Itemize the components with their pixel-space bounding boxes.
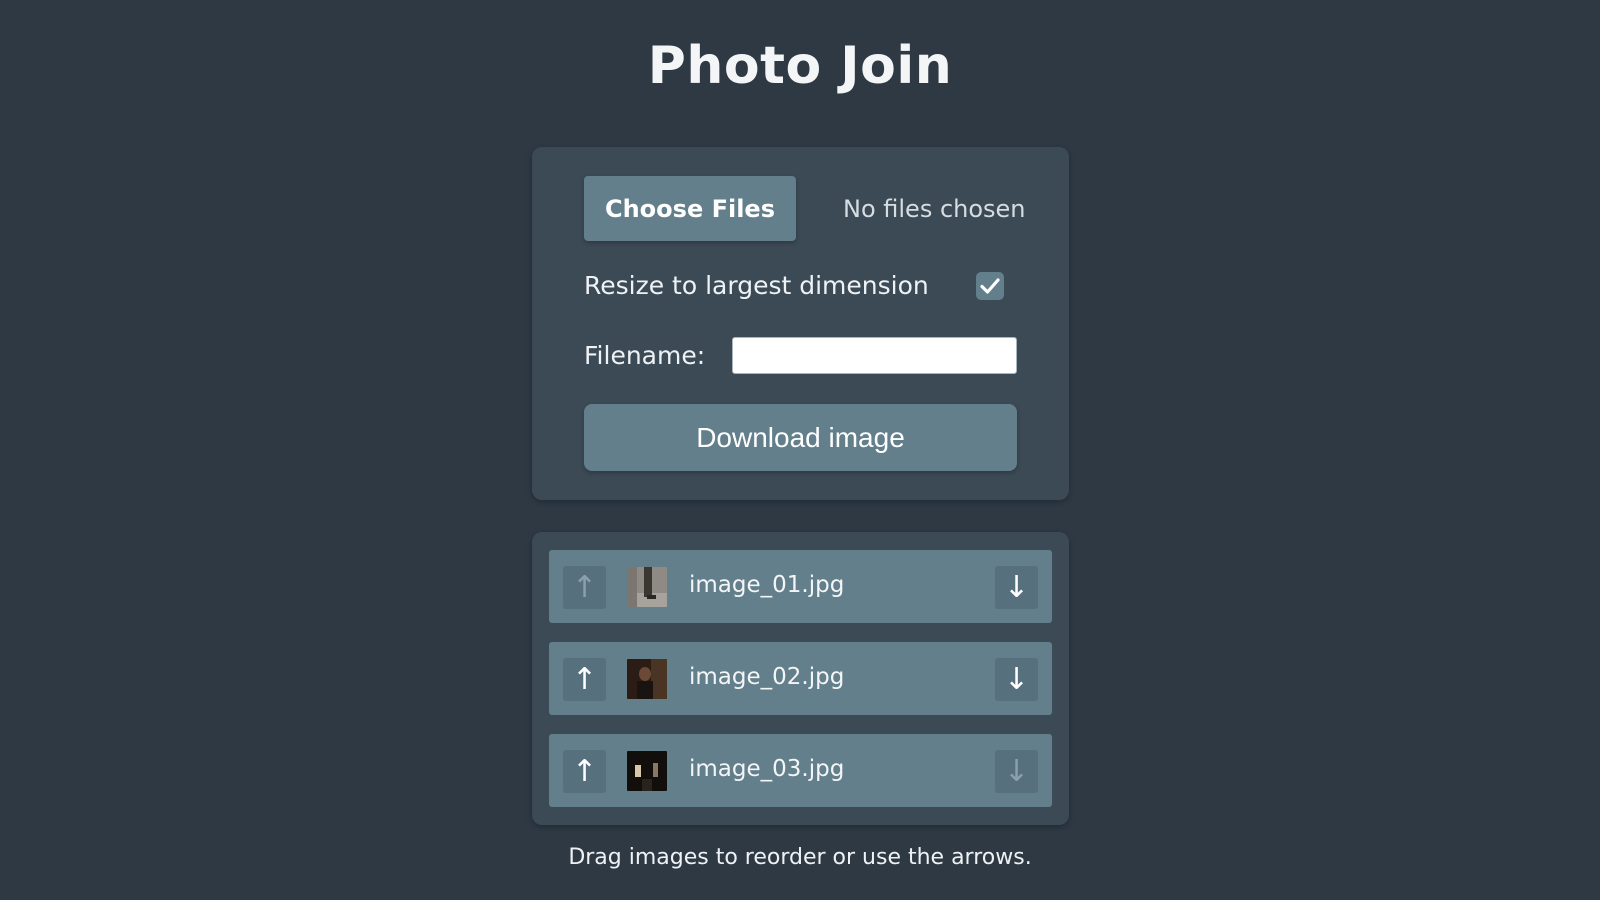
move-down-button[interactable]: ↓ [995, 566, 1038, 609]
filename-input[interactable] [732, 337, 1017, 374]
choose-files-button[interactable]: Choose Files [584, 176, 796, 241]
file-picker: Choose Files No files chosen [584, 176, 1026, 241]
resize-label: Resize to largest dimension [584, 271, 929, 300]
move-up-button[interactable]: ↑ [563, 750, 606, 793]
move-down-button[interactable]: ↓ [995, 658, 1038, 701]
filename-label: Filename: [584, 341, 706, 370]
photo-join-page: Photo Join Choose Files No files chosen … [0, 0, 1600, 900]
move-up-button[interactable]: ↑ [563, 566, 606, 609]
image-filename: image_02.jpg [689, 664, 845, 690]
page-title: Photo Join [647, 36, 953, 96]
controls-panel: Choose Files No files chosen Resize to l… [532, 147, 1069, 500]
download-image-button[interactable]: Download image [584, 404, 1017, 471]
photo-thumbnail-icon [627, 659, 667, 699]
image-filename: image_01.jpg [689, 572, 845, 598]
photo-thumbnail-icon [627, 567, 667, 607]
photo-thumbnail-icon [627, 751, 667, 791]
resize-option: Resize to largest dimension [584, 271, 1017, 300]
image-list-item[interactable]: ↑ image_01.jpg ↓ [549, 550, 1052, 623]
filename-option: Filename: [584, 337, 1017, 374]
image-filename: image_03.jpg [689, 756, 845, 782]
image-list-item[interactable]: ↑ image_02.jpg ↓ [549, 642, 1052, 715]
reorder-hint: Drag images to reorder or use the arrows… [568, 845, 1032, 870]
resize-checkbox[interactable] [976, 271, 1004, 300]
move-down-button[interactable]: ↓ [995, 750, 1038, 793]
checkmark-icon [980, 277, 1000, 294]
file-status-text: No files chosen [843, 194, 1026, 223]
image-list: ↑ image_01.jpg ↓ ↑ image_02.jpg ↓ ↑ imag… [532, 532, 1069, 825]
move-up-button[interactable]: ↑ [563, 658, 606, 701]
image-list-item[interactable]: ↑ image_03.jpg ↓ [549, 734, 1052, 807]
